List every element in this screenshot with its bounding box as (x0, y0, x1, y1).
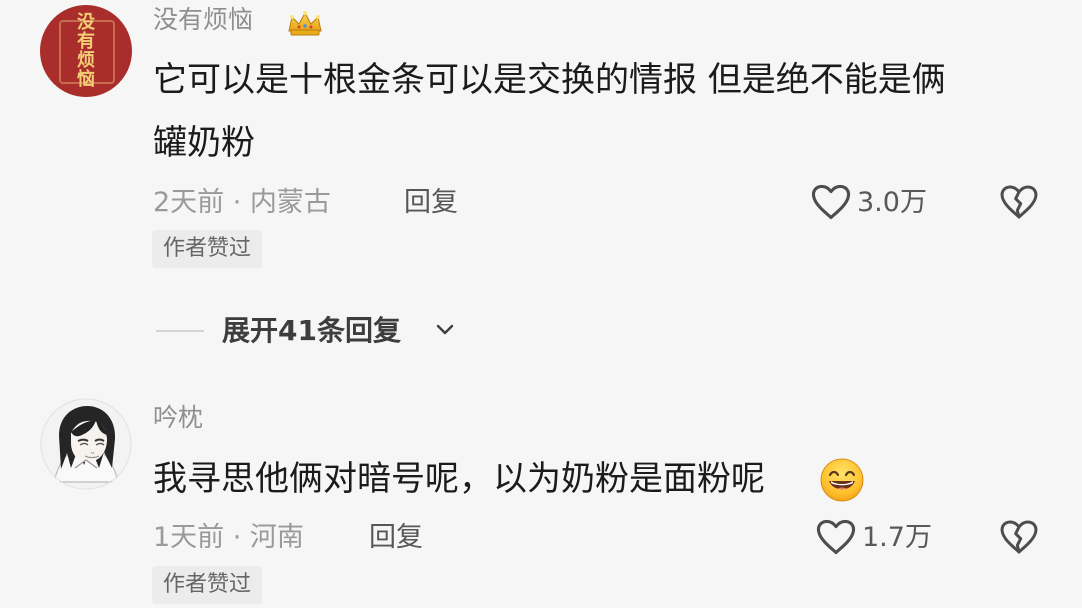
avatar-char: 有 (77, 31, 95, 52)
heart-icon[interactable] (810, 183, 852, 221)
grinning-face-emoji (820, 458, 864, 502)
comment-thread: 没 有 烦 恼 没有烦恼 它可以是十根金条可以是交换的情报 但是绝不能是俩 罐奶… (0, 0, 1082, 608)
author-liked-tag: 作者赞过 (152, 230, 263, 268)
comment-meta: 2天前 · 内蒙古 (153, 187, 331, 218)
anime-avatar-image (40, 398, 132, 490)
comment-text: 它可以是十根金条可以是交换的情报 但是绝不能是俩 (153, 60, 946, 100)
reply-button[interactable]: 回复 (369, 522, 423, 554)
username[interactable]: 吟枕 (153, 403, 203, 433)
comment-text-continued: 罐奶粉 (153, 123, 255, 163)
comment-meta: 1天前 · 河南 (153, 522, 304, 553)
expand-replies-button[interactable]: 展开41条回复 (222, 313, 401, 349)
avatar[interactable]: 没 有 烦 恼 (40, 5, 132, 97)
avatar-char: 烦 (77, 50, 95, 71)
avatar-char: 没 (77, 12, 95, 33)
heart-icon[interactable] (815, 518, 857, 556)
broken-heart-icon[interactable] (999, 183, 1039, 221)
author-liked-tag: 作者赞过 (152, 566, 263, 604)
comment-text: 我寻思他俩对暗号呢，以为奶粉是面粉呢 (153, 459, 765, 499)
username[interactable]: 没有烦恼 (153, 5, 253, 35)
reply-button[interactable]: 回复 (404, 187, 458, 219)
chevron-down-icon[interactable] (433, 318, 457, 342)
like-count: 1.7万 (862, 522, 932, 553)
avatar[interactable] (40, 398, 132, 490)
broken-heart-icon[interactable] (999, 518, 1039, 556)
avatar-char: 恼 (77, 69, 95, 90)
divider (156, 330, 204, 332)
crown-icon (288, 11, 322, 36)
like-count: 3.0万 (857, 187, 927, 218)
